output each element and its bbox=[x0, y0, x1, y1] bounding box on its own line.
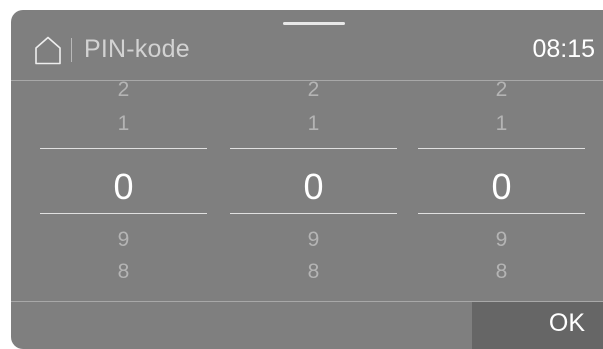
wheel-value-above-2: 2 bbox=[307, 78, 320, 101]
selection-line-top bbox=[230, 148, 397, 149]
clock: 08:15 bbox=[532, 35, 595, 63]
selection-line-bottom bbox=[418, 213, 585, 214]
wheel-value-below-1: 9 bbox=[117, 228, 130, 251]
wheel-value-below-2: 8 bbox=[307, 260, 320, 283]
wheel-value-above-1: 1 bbox=[495, 112, 508, 135]
selection-line-top bbox=[418, 148, 585, 149]
header-separator bbox=[71, 38, 72, 62]
pin-digit-wheel-3[interactable]: 2 1 0 9 8 bbox=[418, 72, 585, 300]
drag-handle[interactable] bbox=[283, 22, 345, 25]
pin-digit-wheel-2[interactable]: 2 1 0 9 8 bbox=[230, 72, 397, 300]
wheel-value-below-1: 9 bbox=[495, 228, 508, 251]
wheel-value-above-2: 2 bbox=[495, 78, 508, 101]
wheel-value-below-2: 8 bbox=[495, 260, 508, 283]
wheel-value-above-2: 2 bbox=[117, 78, 130, 101]
device-frame: PIN-kode 08:15 2 1 0 9 8 2 1 0 9 8 2 1 0 bbox=[0, 0, 603, 349]
wheel-value-below-1: 9 bbox=[307, 228, 320, 251]
display-screen: PIN-kode 08:15 2 1 0 9 8 2 1 0 9 8 2 1 0 bbox=[11, 10, 603, 349]
wheel-selected-value: 0 bbox=[303, 166, 324, 207]
selection-line-bottom bbox=[40, 213, 207, 214]
page-title: PIN-kode bbox=[84, 35, 190, 63]
wheel-value-above-1: 1 bbox=[117, 112, 130, 135]
selection-line-bottom bbox=[230, 213, 397, 214]
home-button[interactable] bbox=[33, 35, 63, 65]
pin-digit-wheel-1[interactable]: 2 1 0 9 8 bbox=[40, 72, 207, 300]
home-icon bbox=[35, 36, 61, 65]
selection-line-top bbox=[40, 148, 207, 149]
wheel-selected-value: 0 bbox=[491, 166, 512, 207]
ok-button[interactable]: OK bbox=[472, 302, 603, 349]
wheel-value-above-1: 1 bbox=[307, 112, 320, 135]
header-bar: PIN-kode 08:15 bbox=[11, 28, 603, 81]
wheel-selected-value: 0 bbox=[113, 166, 134, 207]
wheel-value-below-2: 8 bbox=[117, 260, 130, 283]
